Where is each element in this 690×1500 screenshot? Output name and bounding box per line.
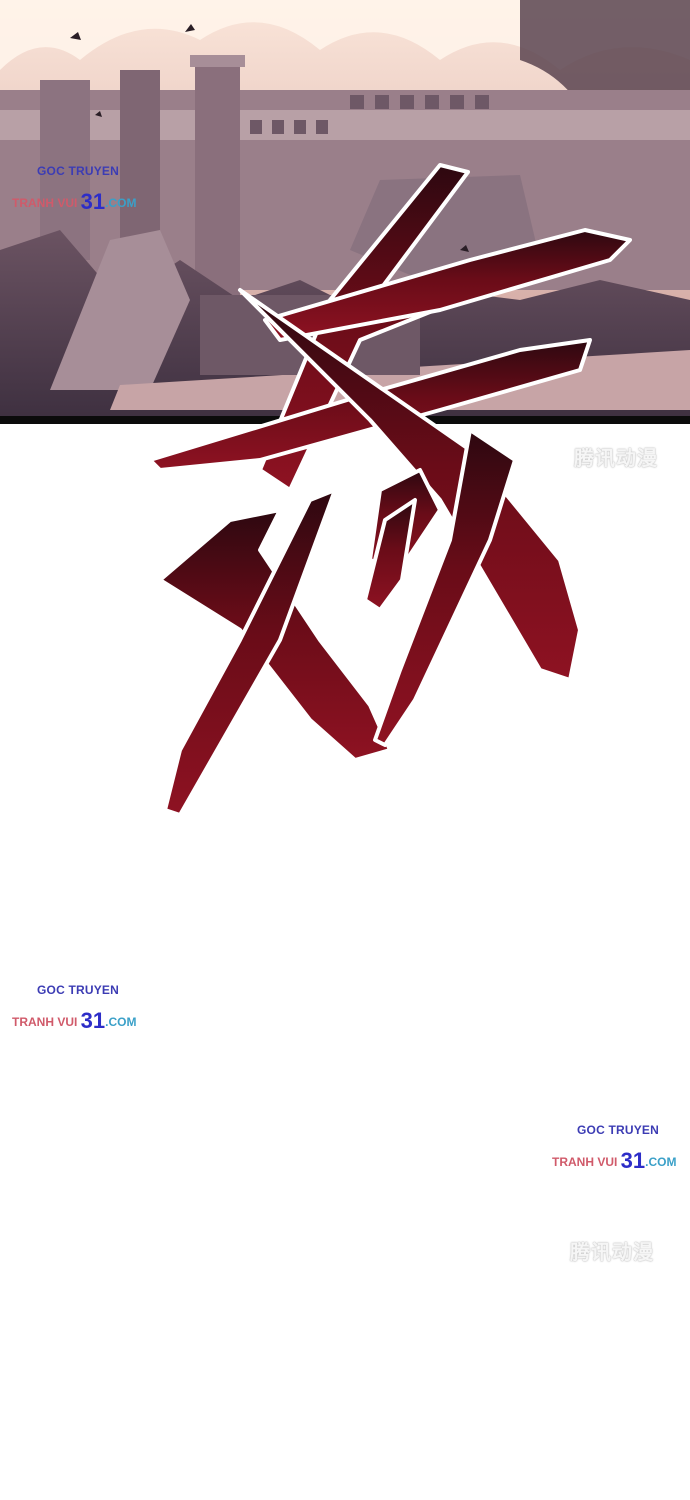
watermark-brand: TRANH VUI [12, 1015, 81, 1029]
publisher-stamp: 腾讯动漫 [574, 448, 658, 470]
watermark-brand: TRANH VUI [12, 196, 81, 210]
watermark-line1: GOC TRUYEN [577, 1123, 660, 1137]
watermark-line2: TRANH VUI 31.COM [12, 191, 137, 213]
watermark-number: 31 [80, 189, 106, 214]
watermark-domain: .COM [105, 196, 137, 210]
watermark-line1: GOC TRUYEN [37, 164, 120, 178]
watermark-middle: GOC TRUYEN TRANH VUI 31.COM [12, 983, 137, 1032]
watermark-top: GOC TRUYEN TRANH VUI 31.COM [12, 164, 137, 213]
watermark-line2: TRANH VUI 31.COM [552, 1150, 677, 1172]
watermark-domain: .COM [645, 1155, 677, 1169]
watermark-number: 31 [80, 1008, 106, 1033]
watermark-line2: TRANH VUI 31.COM [12, 1010, 137, 1032]
calligraphy-sfx-glyph [148, 163, 632, 817]
watermark-domain: .COM [105, 1015, 137, 1029]
watermark-number: 31 [620, 1148, 646, 1173]
watermark-bottom: GOC TRUYEN TRANH VUI 31.COM [552, 1123, 677, 1172]
watermark-brand: TRANH VUI [552, 1155, 621, 1169]
watermark-line1: GOC TRUYEN [37, 983, 120, 997]
publisher-stamp: 腾讯动漫 [570, 1242, 654, 1264]
